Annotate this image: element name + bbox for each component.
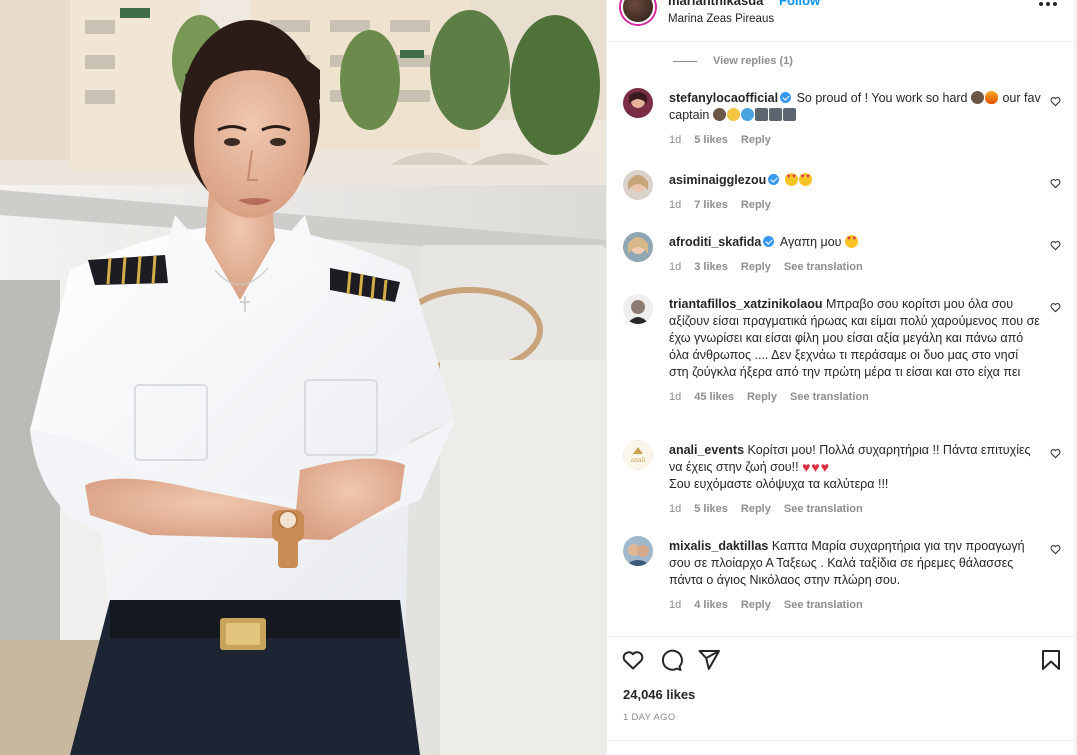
red-heart-emoji-icon: ♥ [802, 459, 811, 475]
heart-icon[interactable] [621, 648, 645, 672]
like-comment-heart-icon[interactable] [1050, 302, 1061, 313]
comment-likes[interactable]: 3 likes [694, 261, 728, 273]
face-emoji-icon [726, 108, 740, 121]
comment-text: Αγαπη μου [779, 235, 842, 249]
like-comment-heart-icon[interactable] [1050, 448, 1061, 459]
comment-meta: 1d 7 likes Reply [669, 197, 1041, 214]
commenter-username[interactable]: mixalis_daktillas [669, 539, 768, 553]
heart-eyes-emoji-icon [784, 173, 798, 186]
commenter-avatar[interactable] [623, 88, 653, 118]
like-comment-heart-icon[interactable] [1050, 544, 1061, 555]
commenter-username[interactable]: afroditi_skafida [669, 235, 761, 249]
actions-divider [607, 636, 1077, 637]
comment-body: anali_events Κορίτσι μου! Πολλά συχαρητή… [669, 442, 1041, 518]
comment-time: 1d [669, 599, 682, 611]
comment-time: 1d [669, 134, 682, 146]
commenter-username[interactable]: stefanylocaofficial [669, 91, 778, 105]
comment-meta: 1d 4 likes Reply See translation [669, 597, 1041, 614]
commenter-username[interactable]: anali_events [669, 443, 744, 457]
reply-button[interactable]: Reply [741, 199, 771, 211]
comment-likes[interactable]: 4 likes [694, 599, 728, 611]
comment-body: asiminaigglezou 1d 7 likes Reply [669, 172, 1041, 214]
verified-badge-icon [768, 174, 780, 185]
comment-meta: 1d 3 likes Reply See translation [669, 259, 1041, 276]
comment-meta: 1d 45 likes Reply See translation [669, 389, 1041, 406]
reply-button[interactable]: Reply [741, 261, 771, 273]
heart-eyes-emoji-icon [798, 173, 812, 186]
comment-body: stefanylocaofficial So proud of ! You wo… [669, 90, 1041, 149]
comment-likes[interactable]: 5 likes [694, 134, 728, 146]
svg-text:anali: anali [631, 457, 646, 464]
reply-button[interactable]: Reply [741, 134, 771, 146]
commenter-username[interactable]: triantafillos_xatzinikolaou [669, 297, 823, 311]
send-icon[interactable] [697, 648, 721, 672]
view-replies-button[interactable]: View replies (1) [673, 55, 793, 67]
post-header: marianthikasda Follow Marina Zeas Pireau… [607, 0, 1077, 42]
bookmark-icon[interactable] [1039, 648, 1063, 672]
comment-likes[interactable]: 7 likes [694, 199, 728, 211]
commenter-avatar[interactable] [623, 170, 653, 200]
post-location[interactable]: Marina Zeas Pireaus [668, 13, 774, 25]
ship-emoji-icon [768, 108, 782, 121]
see-translation-button[interactable]: See translation [790, 391, 869, 403]
anchor-emoji-icon [754, 108, 768, 121]
heart-eyes-emoji-icon [845, 235, 858, 248]
comments-list[interactable]: stefanylocaofficial So proud of ! You wo… [607, 80, 1077, 636]
comment-likes[interactable]: 45 likes [694, 391, 734, 403]
boat-emoji-icon [782, 108, 796, 121]
author-username[interactable]: marianthikasda [668, 0, 763, 8]
commenter-avatar[interactable]: anali [623, 440, 653, 470]
comment-body: triantafillos_xatzinikolaou Μπραβο σου κ… [669, 296, 1041, 406]
post-timestamp[interactable]: 1 DAY AGO [623, 712, 676, 723]
wave-emoji-icon [740, 108, 754, 121]
comment-time: 1d [669, 199, 682, 211]
like-comment-heart-icon[interactable] [1050, 96, 1061, 107]
see-translation-button[interactable]: See translation [784, 261, 863, 273]
comment-likes[interactable]: 5 likes [694, 503, 728, 515]
commenter-username[interactable]: asiminaigglezou [669, 173, 766, 187]
see-translation-button[interactable]: See translation [784, 503, 863, 515]
captain-emoji-icon [712, 108, 726, 121]
reply-button[interactable]: Reply [747, 391, 777, 403]
view-replies-label: View replies (1) [713, 55, 793, 67]
post-likes-count[interactable]: 24,046 likes [623, 687, 695, 702]
verified-badge-icon [763, 236, 775, 247]
comment-body: afroditi_skafida Αγαπη μου 1d 3 likes Repl… [669, 234, 1041, 276]
commenter-avatar[interactable] [623, 294, 653, 324]
comment-text: So proud of ! You work so hard [796, 91, 968, 105]
reply-button[interactable]: Reply [741, 599, 771, 611]
comment-meta: 1d 5 likes Reply [669, 132, 1041, 149]
red-heart-emoji-icon: ♥ [811, 459, 820, 475]
post-actions [607, 648, 1077, 674]
comment-time: 1d [669, 391, 682, 403]
like-comment-heart-icon[interactable] [1050, 178, 1061, 189]
comment-icon[interactable] [659, 648, 683, 672]
person-emoji-icon [971, 91, 984, 104]
comment-meta: 1d 5 likes Reply See translation [669, 501, 1041, 518]
follow-button[interactable]: Follow [779, 0, 820, 8]
footer-divider [607, 740, 1077, 741]
see-translation-button[interactable]: See translation [784, 599, 863, 611]
more-icon[interactable] [1039, 2, 1057, 8]
comment-text-line2: Σου ευχόμαστε ολόψυχα τα καλύτερα !!! [669, 477, 889, 491]
replies-divider-line [673, 60, 697, 62]
like-comment-heart-icon[interactable] [1050, 240, 1061, 251]
red-heart-emoji-icon: ♥ [820, 459, 829, 475]
comment-body: mixalis_daktillas Καπτα Μαρία συχαρητήρι… [669, 538, 1041, 614]
reply-button[interactable]: Reply [741, 503, 771, 515]
post-panel: marianthikasda Follow Marina Zeas Pireau… [606, 0, 1077, 755]
commenter-avatar[interactable] [623, 232, 653, 262]
commenter-avatar[interactable] [623, 536, 653, 566]
post-photo[interactable] [0, 0, 606, 755]
comment-time: 1d [669, 503, 682, 515]
author-avatar[interactable] [621, 0, 655, 24]
fire-emoji-icon [985, 91, 998, 104]
comment-time: 1d [669, 261, 682, 273]
verified-badge-icon [780, 92, 792, 103]
